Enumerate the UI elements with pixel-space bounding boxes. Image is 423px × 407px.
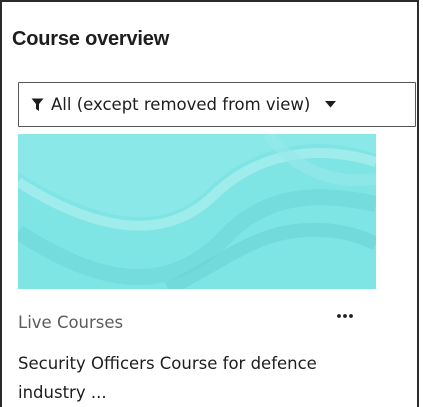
course-category: Live Courses [18,313,124,332]
caret-down-icon [325,101,337,108]
course-image[interactable] [18,134,376,289]
course-actions-button[interactable] [334,308,356,324]
filter-label: All (except removed from view) [51,95,311,114]
filter-icon [31,98,44,112]
more-options-icon [337,314,353,318]
grouping-filter-dropdown[interactable]: All (except removed from view) [18,82,416,127]
block-title: Course overview [12,28,170,50]
course-name-link[interactable]: Security Officers Course for defence ind… [18,349,348,407]
